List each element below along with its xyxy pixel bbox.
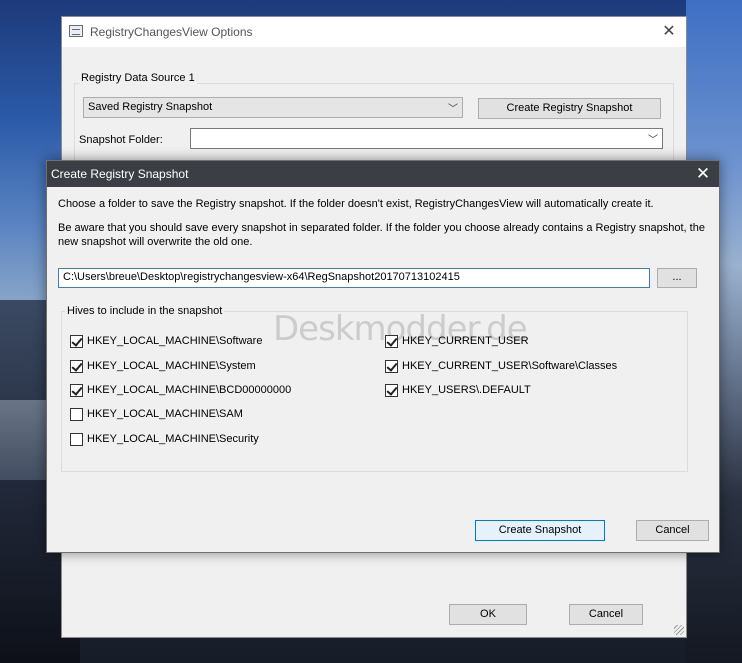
- hive-checkbox-hklm-bcd[interactable]: HKEY_LOCAL_MACHINE\BCD00000000: [70, 382, 291, 398]
- hive-label: HKEY_CURRENT_USER\Software\Classes: [402, 360, 618, 372]
- close-icon[interactable]: ✕: [658, 21, 680, 43]
- options-cancel-button[interactable]: Cancel: [569, 604, 643, 625]
- snapshot-path-input[interactable]: C:\Users\breue\Desktop\registrychangesvi…: [58, 268, 650, 288]
- checkbox-checked-icon[interactable]: [70, 383, 83, 397]
- close-icon[interactable]: ✕: [691, 162, 715, 186]
- data-source-group-label: Registry Data Source 1: [79, 72, 197, 84]
- options-window-title: RegistryChangesView Options: [90, 25, 253, 39]
- chevron-down-icon: ﹀: [448, 104, 458, 115]
- hive-checkbox-hklm-system[interactable]: HKEY_LOCAL_MACHINE\System: [70, 358, 256, 374]
- data-source-selected-value: Saved Registry Snapshot: [88, 101, 213, 113]
- options-titlebar[interactable]: RegistryChangesView Options ✕: [62, 17, 686, 47]
- hives-group-label: Hives to include in the snapshot: [65, 305, 225, 317]
- create-registry-snapshot-dialog: Create Registry Snapshot ✕ Choose a fold…: [46, 160, 720, 553]
- checkbox-checked-icon[interactable]: [385, 334, 398, 348]
- checkbox-checked-icon[interactable]: [70, 334, 83, 348]
- ok-button[interactable]: OK: [449, 604, 527, 625]
- dialog-cancel-button[interactable]: Cancel: [636, 520, 709, 541]
- snapshot-folder-label: Snapshot Folder:: [79, 134, 163, 146]
- hive-label: HKEY_LOCAL_MACHINE\Software: [87, 335, 263, 347]
- instruction-text-1: Choose a folder to save the Registry sna…: [58, 198, 654, 210]
- hive-label: HKEY_LOCAL_MACHINE\SAM: [87, 408, 243, 420]
- checkbox-unchecked-icon[interactable]: [70, 407, 83, 421]
- hive-checkbox-hklm-software[interactable]: HKEY_LOCAL_MACHINE\Software: [70, 333, 262, 349]
- data-source-select[interactable]: Saved Registry Snapshot ﹀: [83, 97, 463, 118]
- checkbox-checked-icon[interactable]: [385, 359, 398, 373]
- hive-label: HKEY_CURRENT_USER: [402, 335, 529, 347]
- hive-label: HKEY_LOCAL_MACHINE\System: [87, 360, 256, 372]
- checkbox-unchecked-icon[interactable]: [70, 432, 83, 446]
- chevron-down-icon: ﹀: [648, 135, 658, 146]
- hive-checkbox-hkcu[interactable]: HKEY_CURRENT_USER: [385, 333, 529, 349]
- checkbox-checked-icon[interactable]: [70, 359, 83, 373]
- hive-checkbox-hklm-sam[interactable]: HKEY_LOCAL_MACHINE\SAM: [70, 406, 243, 422]
- instruction-text-2: Be aware that you should save every snap…: [58, 222, 705, 248]
- create-snapshot-button[interactable]: Create Snapshot: [475, 520, 605, 541]
- create-registry-snapshot-button[interactable]: Create Registry Snapshot: [478, 98, 661, 119]
- resize-grip-icon[interactable]: [674, 625, 684, 635]
- hive-checkbox-hku-default[interactable]: HKEY_USERS\.DEFAULT: [385, 382, 531, 398]
- snapshot-folder-select[interactable]: ﹀: [190, 128, 663, 149]
- checkbox-checked-icon[interactable]: [385, 383, 398, 397]
- hive-checkbox-hkcu-classes[interactable]: HKEY_CURRENT_USER\Software\Classes: [385, 358, 617, 374]
- dialog-titlebar[interactable]: Create Registry Snapshot ✕: [47, 161, 719, 187]
- browse-button[interactable]: ...: [657, 268, 697, 288]
- dialog-title: Create Registry Snapshot: [51, 167, 189, 181]
- hive-checkbox-hklm-security[interactable]: HKEY_LOCAL_MACHINE\Security: [70, 431, 259, 447]
- app-window-icon: [69, 25, 83, 37]
- hive-label: HKEY_LOCAL_MACHINE\Security: [87, 433, 259, 445]
- hive-label: HKEY_USERS\.DEFAULT: [402, 384, 531, 396]
- hive-label: HKEY_LOCAL_MACHINE\BCD00000000: [87, 384, 292, 396]
